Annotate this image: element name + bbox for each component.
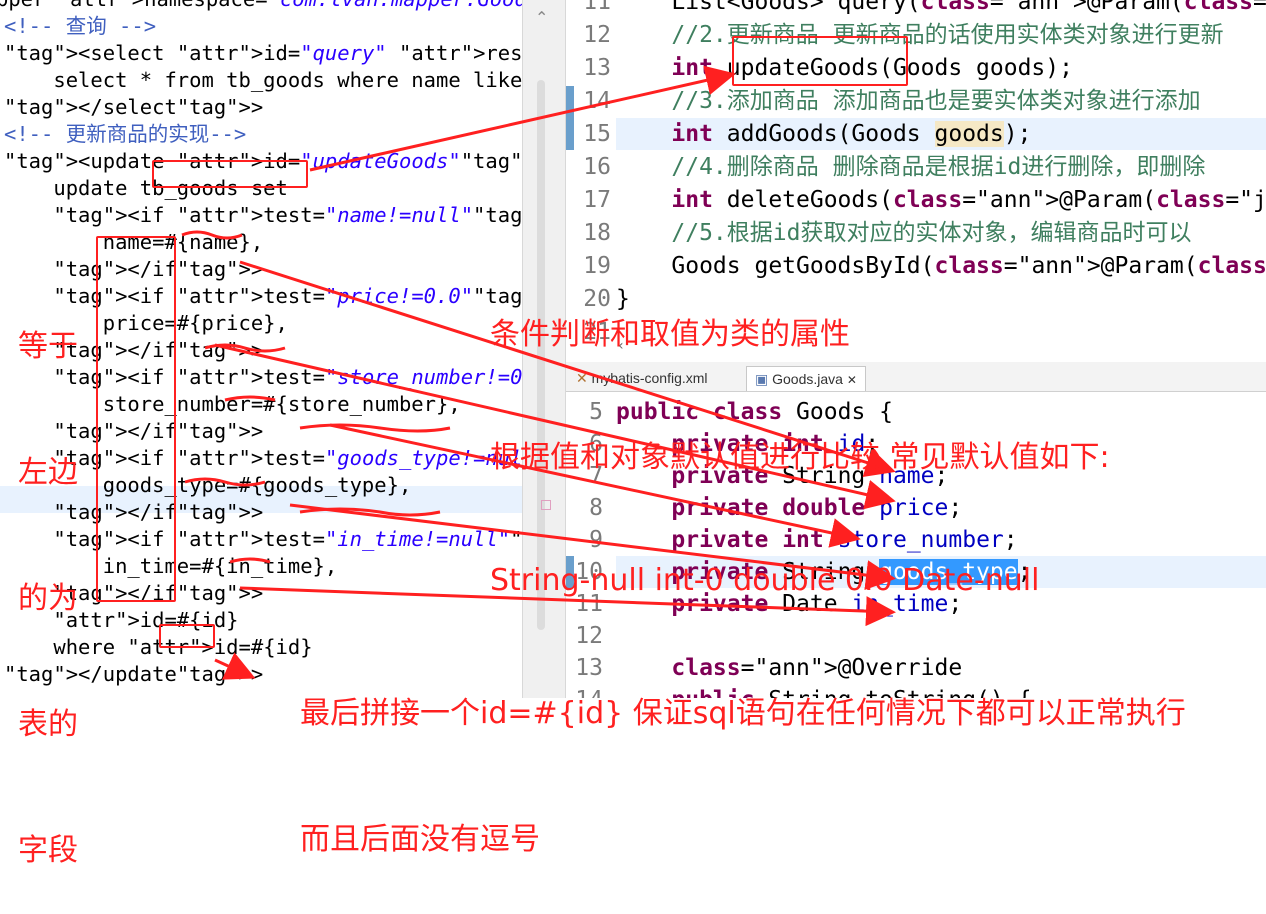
mapper-line[interactable]: int addGoods(Goods goods);	[616, 118, 1031, 150]
xml-line[interactable]: "tag"></select"tag">>	[4, 94, 263, 121]
xml-line[interactable]: <!-- 查询 -->	[4, 13, 156, 40]
mapper-line[interactable]: //3.添加商品 添加商品也是要实体类对象进行添加	[616, 85, 1200, 117]
line-number: 11	[583, 0, 611, 15]
line-number: 16	[583, 154, 611, 180]
xml-line[interactable]: "tag"><if "attr">test="store_number!=0""…	[4, 364, 522, 391]
scroll-up-icon[interactable]: ⌃	[535, 8, 548, 27]
mapper-line[interactable]: int deleteGoods(class="ann">@Param(class…	[616, 184, 1266, 216]
highlight-box-no-comma	[159, 624, 215, 648]
line-number: 12	[583, 22, 611, 48]
xml-line[interactable]: "tag"><if "attr">test="goods_type!=null"…	[4, 445, 522, 472]
xml-line[interactable]: <!-- 更新商品的实现-->	[4, 121, 246, 148]
left-note: 等于 左边 的为 表的 字段	[18, 329, 78, 868]
xml-line[interactable]: "tag"><select "attr">id="query" "attr">r…	[4, 40, 522, 67]
highlight-box-column-names	[96, 236, 176, 602]
line-number: 13	[583, 55, 611, 81]
xml-line[interactable]: "tag"><if "attr">test="name!=null""tag">…	[4, 202, 522, 229]
highlight-box-updategoods-xml	[152, 160, 308, 188]
highlight-box-updategoods-java	[732, 36, 908, 86]
xml-editor[interactable]: pper "attr">namespace="com.lvan.mapper.G…	[0, 0, 522, 698]
xml-line[interactable]: pper "attr">namespace="com.lvan.mapper.G…	[0, 0, 522, 13]
line-number: 17	[583, 187, 611, 213]
xml-line[interactable]: select * from tb_goods where name like	[4, 67, 522, 94]
line-number: 15	[583, 121, 611, 147]
line-number: 14	[583, 88, 611, 114]
bottom-note: 最后拼接一个id=#{id} 保证sql语句在任何情况下都可以正常执行 而且后面…	[300, 696, 1186, 857]
xml-line[interactable]: "tag"><if "attr">test="price!=0.0""tag">…	[4, 283, 522, 310]
mapper-line[interactable]: //4.删除商品 删除商品是根据id进行删除，即删除	[616, 151, 1205, 183]
condition-note: 条件判断和取值为类的属性 根据值和对象默认值进行比较 常见默认值如下: Stri…	[490, 317, 1110, 598]
mapper-line[interactable]: //2.更新商品 更新商品的话使用实体类对象进行更新	[616, 19, 1223, 51]
mapper-line[interactable]: List<Goods> query(class="ann">@Param(cla…	[616, 0, 1266, 18]
xml-line[interactable]: "tag"><if "attr">test="in_time!=null""ta…	[4, 526, 522, 553]
